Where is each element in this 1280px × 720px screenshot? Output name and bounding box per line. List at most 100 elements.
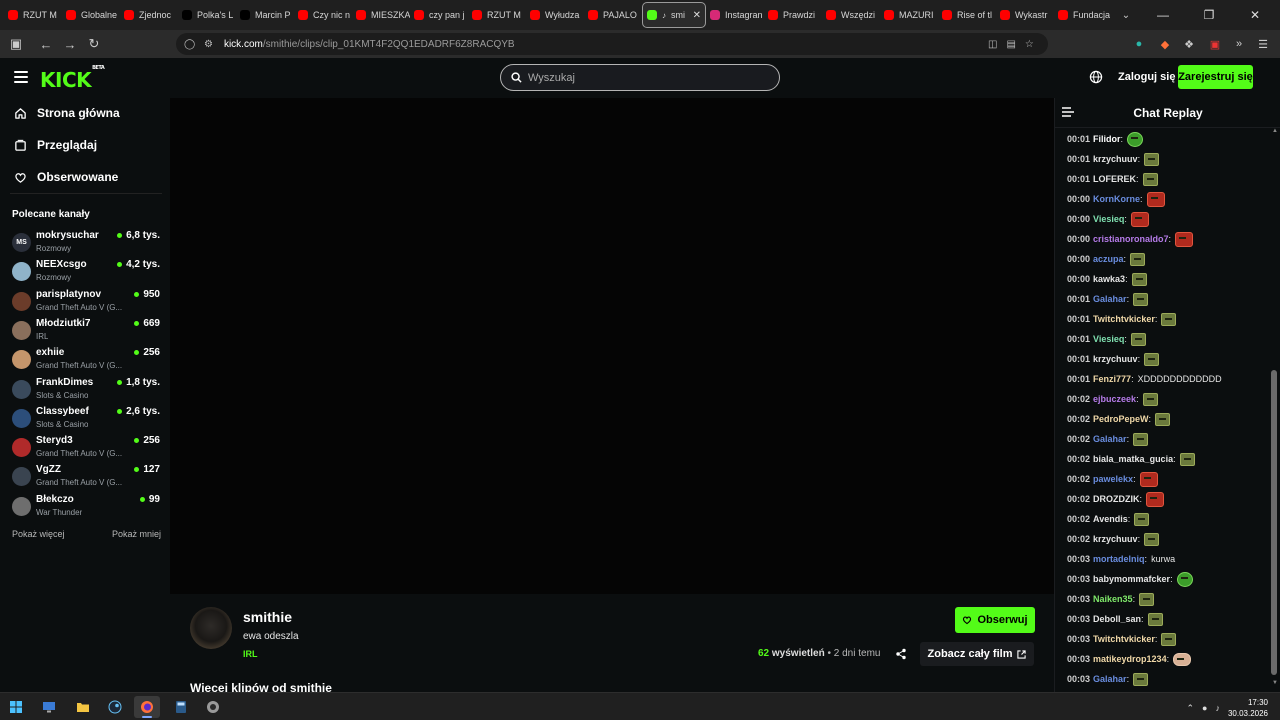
chat-message[interactable]: 00:02 ejbuczeek: — [1067, 389, 1158, 409]
network-icon[interactable]: ● — [1202, 703, 1207, 713]
language-globe-icon[interactable] — [1089, 70, 1103, 84]
nav-browse[interactable]: Przeglądaj — [14, 138, 97, 152]
recommended-channel[interactable]: Błekczo War Thunder 99 — [12, 494, 160, 522]
message-username[interactable]: kawka3 — [1093, 274, 1125, 284]
url-bar[interactable]: ◯ ⚙ kick.com/smithie/clips/clip_01KMT4F2… — [176, 33, 1048, 55]
message-username[interactable]: matikeydrop1234 — [1093, 654, 1167, 664]
message-username[interactable]: Twitchtvkicker — [1093, 314, 1155, 324]
message-username[interactable]: Viesieq — [1093, 214, 1124, 224]
chat-message[interactable]: 00:03 babymommafcker: — [1067, 569, 1193, 589]
search-input[interactable] — [528, 71, 758, 84]
chat-message[interactable]: 00:02 PedroPepeW: — [1067, 409, 1171, 429]
message-username[interactable]: krzychuuv — [1093, 354, 1138, 364]
chat-message[interactable]: 00:01 Filidor: — [1067, 129, 1144, 149]
channel-name[interactable]: smithie — [243, 609, 292, 625]
close-tab-icon[interactable]: ✕ — [693, 10, 701, 21]
browser-tab[interactable]: RZUT M — [4, 2, 62, 28]
chat-message[interactable]: 00:00 Viesieq: — [1067, 209, 1149, 229]
chat-message[interactable]: 00:02 pawelekx: — [1067, 469, 1158, 489]
windows-start-icon[interactable] — [3, 696, 29, 718]
firefox-icon[interactable] — [134, 696, 160, 718]
browser-tab[interactable]: Prawdzi — [764, 2, 822, 28]
show-less-link[interactable]: Pokaż mniej — [112, 529, 161, 539]
browser-tab[interactable]: Wyłudza — [526, 2, 584, 28]
extension-fox-icon[interactable]: ◆ — [1156, 34, 1174, 54]
browser-tab[interactable]: PAJALO — [584, 2, 642, 28]
chat-message[interactable]: 00:02 krzychuuv: — [1067, 529, 1160, 549]
audio-playing-icon[interactable]: ♪ — [662, 11, 666, 20]
browser-tab[interactable]: Polka's L — [178, 2, 236, 28]
nav-following[interactable]: Obserwowane — [14, 170, 118, 184]
video-player[interactable] — [170, 98, 1054, 594]
chat-message[interactable]: 00:02 biala_matka_gucia: — [1067, 449, 1195, 469]
share-icon[interactable] — [895, 648, 907, 660]
close-window-icon[interactable]: ✕ — [1232, 0, 1278, 30]
chat-message[interactable]: 00:03 matikeydrop1234: — [1067, 649, 1192, 669]
nav-home[interactable]: Strona główna — [14, 106, 120, 120]
calculator-icon[interactable] — [168, 696, 194, 718]
login-button[interactable]: Zaloguj się — [1118, 71, 1175, 83]
message-username[interactable]: PedroPepeW — [1093, 414, 1149, 424]
tray-overflow-icon[interactable]: ⌃ — [1186, 703, 1194, 714]
reader-view-icon[interactable]: ▤ — [1006, 39, 1015, 50]
back-icon[interactable]: ← — [34, 32, 58, 56]
chat-message[interactable]: 00:00 KornKorne: — [1067, 189, 1165, 209]
message-username[interactable]: Galahar — [1093, 674, 1127, 684]
chat-message[interactable]: 00:03 Twitchtvkicker: — [1067, 629, 1177, 649]
message-username[interactable]: Filidor — [1093, 134, 1121, 144]
search-box[interactable] — [500, 64, 780, 91]
kick-logo[interactable]: KICKBETA — [40, 65, 105, 92]
chat-message[interactable]: 00:01 LOFEREK: — [1067, 169, 1158, 189]
browser-tab[interactable]: MIESZKA — [352, 2, 410, 28]
extension-shield-icon[interactable]: ● — [1130, 34, 1148, 54]
browser-tab[interactable]: Marcin P — [236, 2, 294, 28]
watch-full-video-button[interactable]: Zobacz cały film — [920, 642, 1034, 666]
browser-tab[interactable]: Zjednoc — [120, 2, 178, 28]
tab-list-dropdown-icon[interactable]: ⌄ — [1116, 10, 1136, 21]
file-explorer-monitor-icon[interactable] — [36, 696, 62, 718]
maximize-icon[interactable]: ❐ — [1186, 0, 1232, 30]
message-username[interactable]: biala_matka_gucia — [1093, 454, 1173, 464]
overflow-menu-icon[interactable]: » — [1230, 34, 1248, 54]
message-username[interactable]: Fenzi777 — [1093, 374, 1131, 384]
scroll-up-arrow-icon[interactable]: ▲ — [1272, 128, 1278, 134]
chat-message[interactable]: 00:01 Fenzi777: XDDDDDDDDDDDD — [1067, 369, 1222, 389]
chat-message[interactable]: 00:01 Viesieq: — [1067, 329, 1146, 349]
recommended-channel[interactable]: Młodziutki7 IRL 669 — [12, 318, 160, 346]
chat-message[interactable]: 00:01 krzychuuv: — [1067, 349, 1160, 369]
extensions-puzzle-icon[interactable]: ❖ — [1180, 34, 1198, 54]
message-username[interactable]: cristianoronaldo7 — [1093, 234, 1169, 244]
register-button[interactable]: Zarejestruj się — [1178, 65, 1253, 89]
clip-category[interactable]: IRL — [243, 649, 258, 659]
chat-message[interactable]: 00:03 Deboll_san: — [1067, 609, 1163, 629]
chat-message[interactable]: 00:00 kawka3: — [1067, 269, 1147, 289]
message-username[interactable]: Naiken35 — [1093, 594, 1133, 604]
chat-scrollbar[interactable] — [1271, 370, 1277, 675]
message-username[interactable]: aczupa — [1093, 254, 1124, 264]
message-username[interactable]: babymommafcker — [1093, 574, 1170, 584]
browser-tab[interactable]: Wszędzi — [822, 2, 880, 28]
message-username[interactable]: Galahar — [1093, 294, 1127, 304]
chat-message[interactable]: 00:01 krzychuuv: — [1067, 149, 1160, 169]
sidebar-toggle-icon[interactable]: ▣ — [4, 32, 28, 56]
chat-message[interactable]: 00:00 cristianoronaldo7: — [1067, 229, 1194, 249]
message-username[interactable]: ejbuczeek — [1093, 394, 1136, 404]
browser-tab[interactable]: Fundacja — [1054, 2, 1112, 28]
chat-message[interactable]: 00:02 Avendis: — [1067, 509, 1150, 529]
message-username[interactable]: Galahar — [1093, 434, 1127, 444]
site-info-icon[interactable]: ◯ ⚙ — [184, 39, 216, 50]
message-username[interactable]: pawelekx — [1093, 474, 1133, 484]
app-globe-icon[interactable] — [200, 696, 226, 718]
browser-tab[interactable]: Globalne — [62, 2, 120, 28]
menu-hamburger-icon[interactable] — [14, 71, 28, 83]
screenshot-icon[interactable]: ◫ — [988, 39, 997, 50]
app-menu-icon[interactable]: ☰ — [1254, 34, 1272, 54]
message-username[interactable]: krzychuuv — [1093, 154, 1138, 164]
browser-tab[interactable]: ♪ smi ✕ — [642, 2, 706, 28]
steam-icon[interactable] — [102, 696, 128, 718]
chat-message[interactable]: 00:03 mortadelniq: kurwa — [1067, 549, 1175, 569]
recommended-channel[interactable]: exhiie Grand Theft Auto V (G... 256 — [12, 347, 160, 375]
minimize-icon[interactable]: — — [1140, 0, 1186, 30]
forward-icon[interactable]: → — [58, 32, 82, 56]
message-username[interactable]: Deboll_san — [1093, 614, 1141, 624]
